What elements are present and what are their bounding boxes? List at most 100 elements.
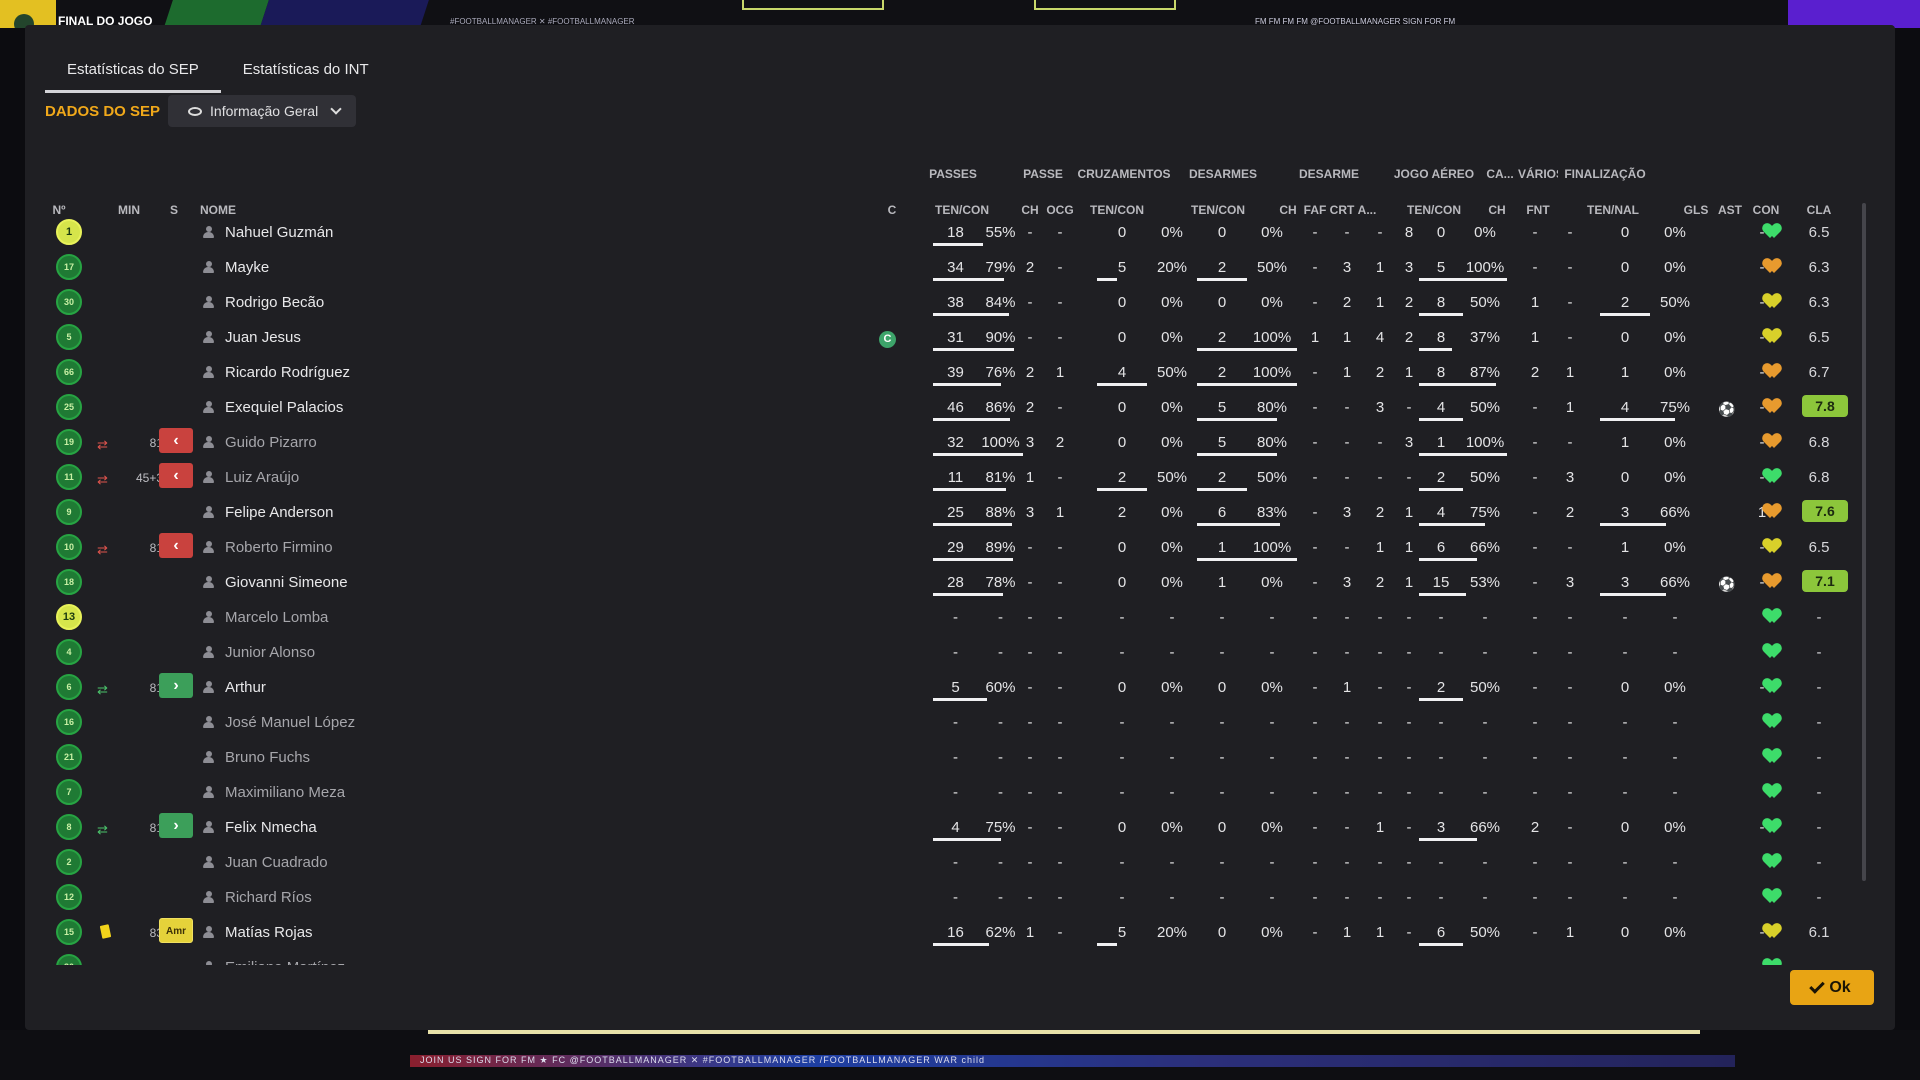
tackles-count: 1 <box>1217 539 1227 556</box>
table-row[interactable]: 12 Richard Ríos - - - - - - - - - - - - - - - - - - - <box>25 880 1895 915</box>
stat-cell: 3 <box>1404 259 1414 276</box>
stat-cell: - <box>1344 609 1350 626</box>
yellow-card-badge[interactable]: Amr <box>159 918 193 943</box>
crosses-pct: 0% <box>1161 574 1183 591</box>
player-name[interactable]: Giovanni Simeone <box>225 574 348 591</box>
player-name[interactable]: Guido Pizarro <box>225 434 317 451</box>
aerial-count: 8 <box>1436 329 1446 346</box>
shots-count: 0 <box>1620 469 1630 486</box>
table-row[interactable]: 66 Ricardo Rodríguez 39 76% 2 1 4 50% 2 100% - 1 2 1 8… <box>25 355 1895 390</box>
shirt-number-icon: 4 <box>56 639 82 665</box>
passes-count: - <box>953 749 958 766</box>
shirt-number-icon: 10 <box>56 534 82 560</box>
substituted-on-button[interactable]: › <box>159 813 193 838</box>
table-row[interactable]: 16 José Manuel López - - - - - - - - - - - - - - - - - - - <box>25 705 1895 740</box>
condition-heart-icon <box>1764 749 1780 765</box>
table-row[interactable]: 25 Exequiel Palacios 46 86% 2 - 0 0% 5 80% - - 3 - 4 50… <box>25 390 1895 425</box>
shirt-number-icon: 17 <box>56 254 82 280</box>
tackles-pct: 100% <box>1252 329 1292 346</box>
group-header: VÁRIOS <box>1518 167 1558 181</box>
table-row[interactable]: 11 ⇄ 45+3 ‹ Luiz Araújo 11 81% 1 - 2 50% 2 50% - - - - 2 5… <box>25 460 1895 495</box>
player-icon <box>203 926 214 938</box>
player-name[interactable]: Marcelo Lomba <box>225 609 328 626</box>
table-row[interactable]: 21 Bruno Fuchs - - - - - - - - - - - - - - - - - - - <box>25 740 1895 775</box>
view-dropdown[interactable]: Informação Geral <box>168 95 357 127</box>
player-icon <box>203 541 214 553</box>
shots-pct: 0% <box>1664 434 1686 451</box>
player-name[interactable]: Arthur <box>225 679 266 696</box>
table-row[interactable]: 30 Rodrigo Becão 38 84% - -0 0% 0 0% -2 1 2 8 50% 1-2 5… <box>25 285 1895 320</box>
player-name[interactable]: Ricardo Rodríguez <box>225 364 350 381</box>
substituted-off-button[interactable]: ‹ <box>159 463 193 488</box>
view-dropdown-value: Informação Geral <box>210 103 319 119</box>
tackles-count: - <box>1219 784 1225 801</box>
table-row[interactable]: 19 ⇄ 81 ‹ Guido Pizarro 32 100% 3 2 0 0% 5 80% - - -3 1 1… <box>25 425 1895 460</box>
player-name[interactable]: Bruno Fuchs <box>225 749 310 766</box>
stat-cell: - <box>1523 959 1547 965</box>
table-row[interactable]: 13 Marcelo Lomba - - - - - - - - - - - - - - - - - - - <box>25 600 1895 635</box>
player-name[interactable]: Rodrigo Becão <box>225 294 324 311</box>
crosses-count: 2 <box>1117 504 1127 521</box>
table-row[interactable]: 8 ⇄ 81 › Felix Nmecha 4 75% - -0 0% 0 0% - -1-3 66% 2-0… <box>25 810 1895 845</box>
table-row[interactable]: 4 Junior Alonso - - - - - - - - - - - - - - - - - - - <box>25 635 1895 670</box>
table-row[interactable]: 1 Nahuel Guzmán 18 55% - -0 0% 0 0% - - -8 0 0% - -0 0% -… <box>25 215 1895 250</box>
player-name[interactable]: Mayke <box>225 259 269 276</box>
stat-cell: - <box>1344 714 1350 731</box>
player-icon <box>203 296 214 308</box>
player-name[interactable]: Maximiliano Meza <box>225 784 345 801</box>
tab-home-stats[interactable]: Estatísticas do SEP <box>45 55 221 93</box>
aerial-pct: 87% <box>1469 364 1501 381</box>
aerial-pct: 50% <box>1469 294 1501 311</box>
condition-heart-icon <box>1764 924 1780 940</box>
player-name[interactable]: Felipe Anderson <box>225 504 333 521</box>
tackles-count: 2 <box>1217 364 1227 381</box>
rating-value: 7.8 <box>1802 395 1848 417</box>
aerial-bar <box>1419 943 1463 946</box>
passes-count: 11 <box>947 469 964 486</box>
table-row[interactable]: 17 Mayke 34 79% 2-5 20% 2 50% -3 1 3 5 100% - -0 0% -6.3 <box>25 250 1895 285</box>
passes-count: - <box>953 609 958 626</box>
crosses-count: - <box>1119 784 1125 801</box>
table-row[interactable]: 10 ⇄ 81 ‹ Roberto Firmino 29 89% - -0 0% 1 100% - -1 1… <box>25 530 1895 565</box>
stat-cell: 3 <box>1375 399 1385 416</box>
tab-away-stats[interactable]: Estatísticas do INT <box>221 55 391 93</box>
table-row[interactable]: 30Emiliano Martínez------------------- <box>25 950 1895 965</box>
passes-count: 34 <box>947 259 964 276</box>
stat-cell: - <box>1057 399 1063 416</box>
substituted-off-button[interactable]: ‹ <box>159 533 193 558</box>
aerial-count: 8 <box>1436 294 1446 311</box>
player-name[interactable]: José Manuel López <box>225 714 355 731</box>
stat-cell: - <box>1312 714 1318 731</box>
table-row[interactable]: 6 ⇄ 81 › Arthur 5 60% - -0 0% 0 0% -1- -2 50% - -0 0% - - <box>25 670 1895 705</box>
stat-cell: - <box>1027 644 1033 661</box>
scrollbar[interactable] <box>1862 203 1866 881</box>
player-name[interactable]: Juan Jesus <box>225 329 301 346</box>
player-name[interactable]: Richard Ríos <box>225 889 312 906</box>
table-row[interactable]: 7 Maximiliano Meza - - - - - - - - - - - - - - - - - - - <box>25 775 1895 810</box>
table-row[interactable]: 15 83 Amr Matías Rojas 16 62% 1 - 5 20% 0 0% - 1 1 - 6 50… <box>25 915 1895 950</box>
player-name[interactable]: Junior Alonso <box>225 644 315 661</box>
player-name[interactable]: Nahuel Guzmán <box>225 224 333 241</box>
table-row[interactable]: 2 Juan Cuadrado - - - - - - - - - - - - - - - - - - - <box>25 845 1895 880</box>
player-name[interactable]: Luiz Araújo <box>225 469 299 486</box>
table-row[interactable]: 18 Giovanni Simeone 28 78% - -0 0% 1 0% -3 2 1 15 53%… <box>25 565 1895 600</box>
stat-cell: - <box>1057 224 1063 241</box>
shirt-number-icon: 13 <box>56 604 82 630</box>
rating-value: 7.6 <box>1802 500 1848 522</box>
player-name[interactable]: Exequiel Palacios <box>225 399 343 416</box>
table-row[interactable]: 5 Juan Jesus C 31 90% - -0 0% 2 100% 1 1 4 2 8 37% 1-0 0%… <box>25 320 1895 355</box>
ok-button[interactable]: Ok <box>1790 970 1874 1005</box>
player-name[interactable]: Matías Rojas <box>225 924 313 941</box>
player-name[interactable]: Felix Nmecha <box>225 819 317 836</box>
stat-cell: - <box>1406 399 1412 416</box>
player-name[interactable]: Roberto Firmino <box>225 539 333 556</box>
table-row[interactable]: 9 Felipe Anderson 25 88% 3 1 2 0% 6 83% - 3 2 1 4 75% - 2… <box>25 495 1895 530</box>
player-name[interactable]: Emiliano Martínez <box>225 959 345 965</box>
substituted-on-button[interactable]: › <box>159 673 193 698</box>
crosses-count: - <box>1097 959 1147 965</box>
crosses-count: 5 <box>1117 924 1127 941</box>
substituted-off-button[interactable]: ‹ <box>159 428 193 453</box>
passes-pct: 90% <box>985 329 1016 346</box>
player-name[interactable]: Juan Cuadrado <box>225 854 328 871</box>
crosses-pct: 20% <box>1156 924 1188 941</box>
